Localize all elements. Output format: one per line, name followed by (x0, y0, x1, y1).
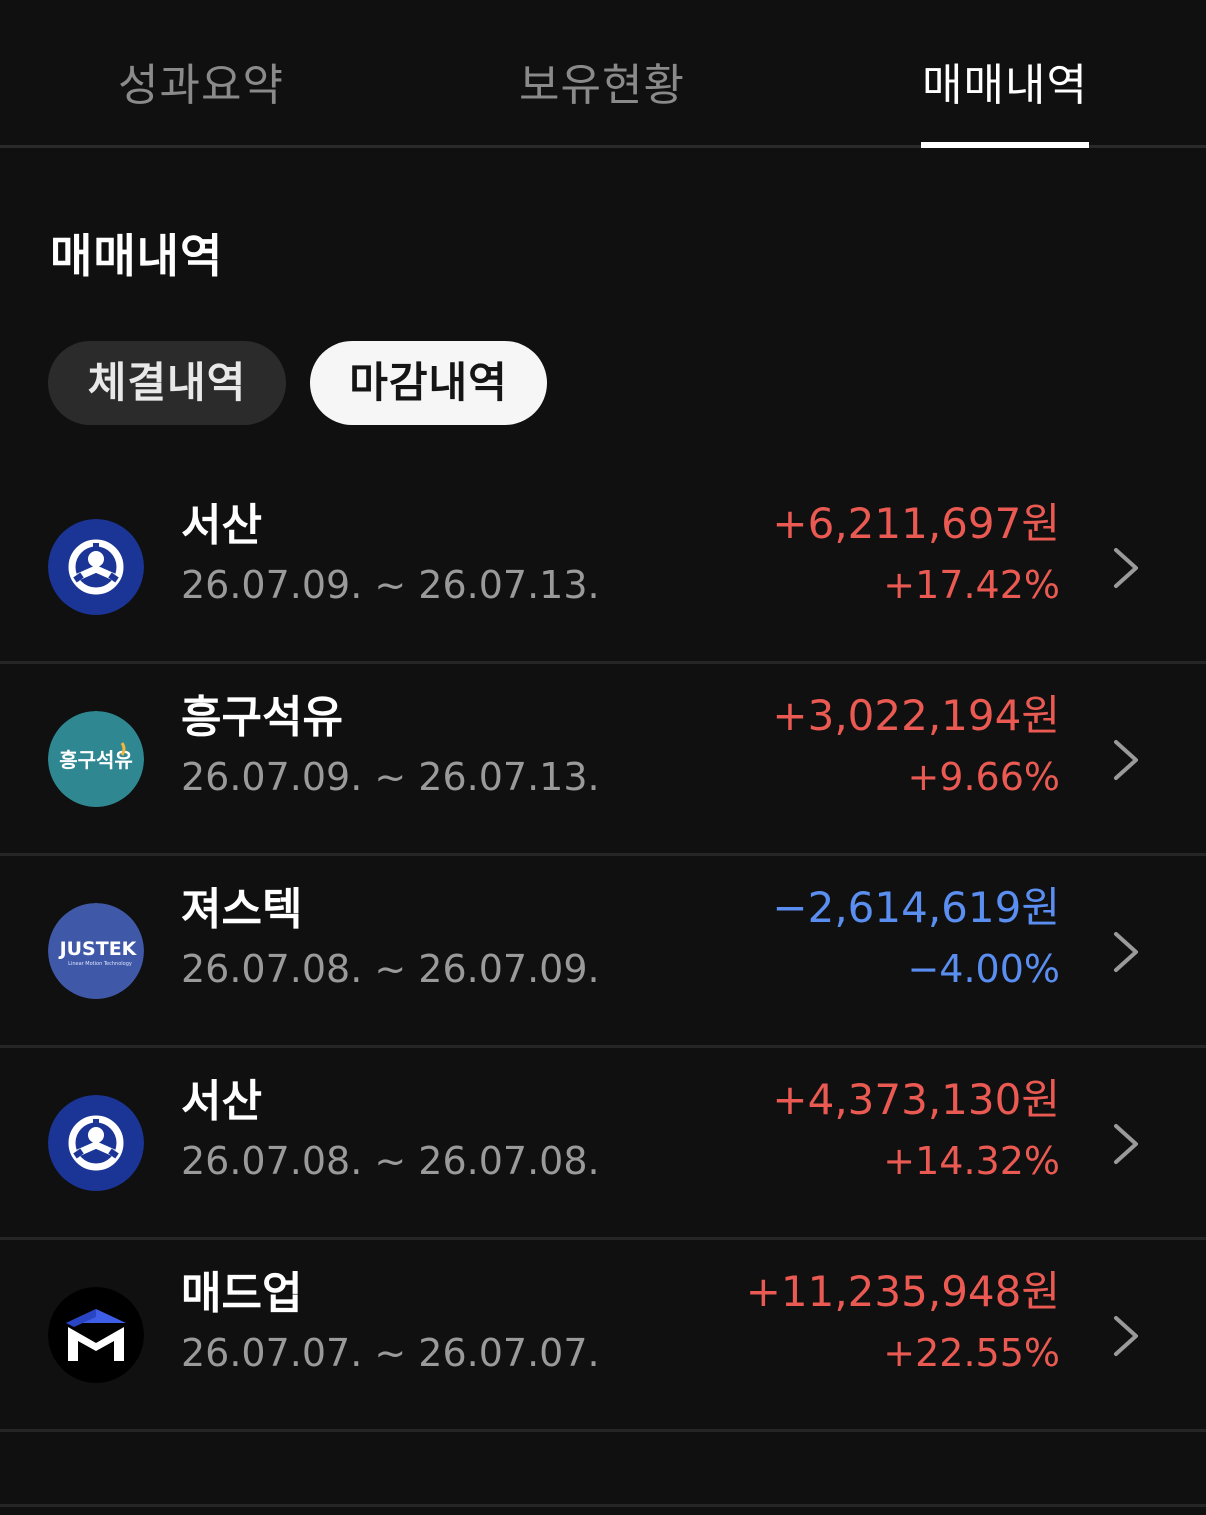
loss-percent: −4.00% (907, 947, 1060, 991)
loss-amount: −2,614,619원 (772, 883, 1060, 932)
stock-name: 흥구석유 (181, 692, 343, 743)
profit-percent: +17.42% (883, 563, 1060, 607)
svg-text:Linear Motion Technology: Linear Motion Technology (68, 961, 132, 967)
tab-performance-summary[interactable]: 성과요약 (100, 56, 302, 116)
trade-row[interactable]: 서산 26.07.08. ~ 26.07.08. +4,373,130원 +14… (0, 1048, 1206, 1240)
profit-amount: +11,235,948원 (745, 1267, 1060, 1316)
holding-period: 26.07.09. ~ 26.07.13. (181, 755, 600, 799)
tab-trade-history[interactable]: 매매내역 (920, 56, 1090, 116)
chevron-right-icon[interactable] (1108, 736, 1144, 784)
chevron-right-icon[interactable] (1108, 928, 1144, 976)
stock-name: 서산 (181, 1076, 262, 1127)
justek-logo-icon: JUSTEK Linear Motion Technology (48, 903, 144, 999)
chevron-right-icon[interactable] (1108, 1312, 1144, 1360)
tab-holdings[interactable]: 보유현황 (500, 56, 704, 116)
heunggu-logo-icon: 흥구석유 (48, 711, 144, 807)
holding-period: 26.07.08. ~ 26.07.08. (181, 1139, 600, 1183)
trade-row[interactable]: 서산 26.07.09. ~ 26.07.13. +6,211,697원 +17… (0, 472, 1206, 664)
profit-amount: +4,373,130원 (772, 1075, 1060, 1124)
profit-amount: +6,211,697원 (772, 499, 1060, 548)
profit-amount: +3,022,194원 (772, 691, 1060, 740)
section-title: 매매내역 (50, 229, 224, 283)
tab-bar: 성과요약 보유현황 매매내역 (0, 0, 1206, 148)
stock-name: 져스텍 (181, 884, 303, 935)
svg-text:JUSTEK: JUSTEK (58, 938, 138, 960)
holding-period: 26.07.09. ~ 26.07.13. (181, 563, 600, 607)
active-tab-indicator (921, 142, 1089, 148)
chevron-right-icon[interactable] (1108, 544, 1144, 592)
trade-row[interactable]: 흥구석유 흥구석유 26.07.09. ~ 26.07.13. +3,022,1… (0, 664, 1206, 856)
profit-percent: +22.55% (883, 1331, 1060, 1375)
trade-row[interactable]: 매드업 26.07.07. ~ 26.07.07. +11,235,948원 +… (0, 1240, 1206, 1432)
madup-logo-icon (48, 1287, 144, 1383)
stock-name: 매드업 (181, 1268, 303, 1319)
holding-period: 26.07.08. ~ 26.07.09. (181, 947, 600, 991)
filter-chip-closed[interactable]: 마감내역 (310, 341, 547, 425)
filter-chip-executed[interactable]: 체결내역 (48, 341, 286, 425)
chevron-right-icon[interactable] (1108, 1120, 1144, 1168)
seosan-logo-icon (48, 519, 144, 615)
svg-text:흥구석유: 흥구석유 (59, 748, 133, 772)
stock-name: 서산 (181, 500, 262, 551)
seosan-logo-icon (48, 1095, 144, 1191)
profit-percent: +9.66% (907, 755, 1060, 799)
holding-period: 26.07.07. ~ 26.07.07. (181, 1331, 600, 1375)
bottom-divider (0, 1504, 1206, 1507)
trade-row[interactable]: JUSTEK Linear Motion Technology 져스텍 26.0… (0, 856, 1206, 1048)
profit-percent: +14.32% (883, 1139, 1060, 1183)
